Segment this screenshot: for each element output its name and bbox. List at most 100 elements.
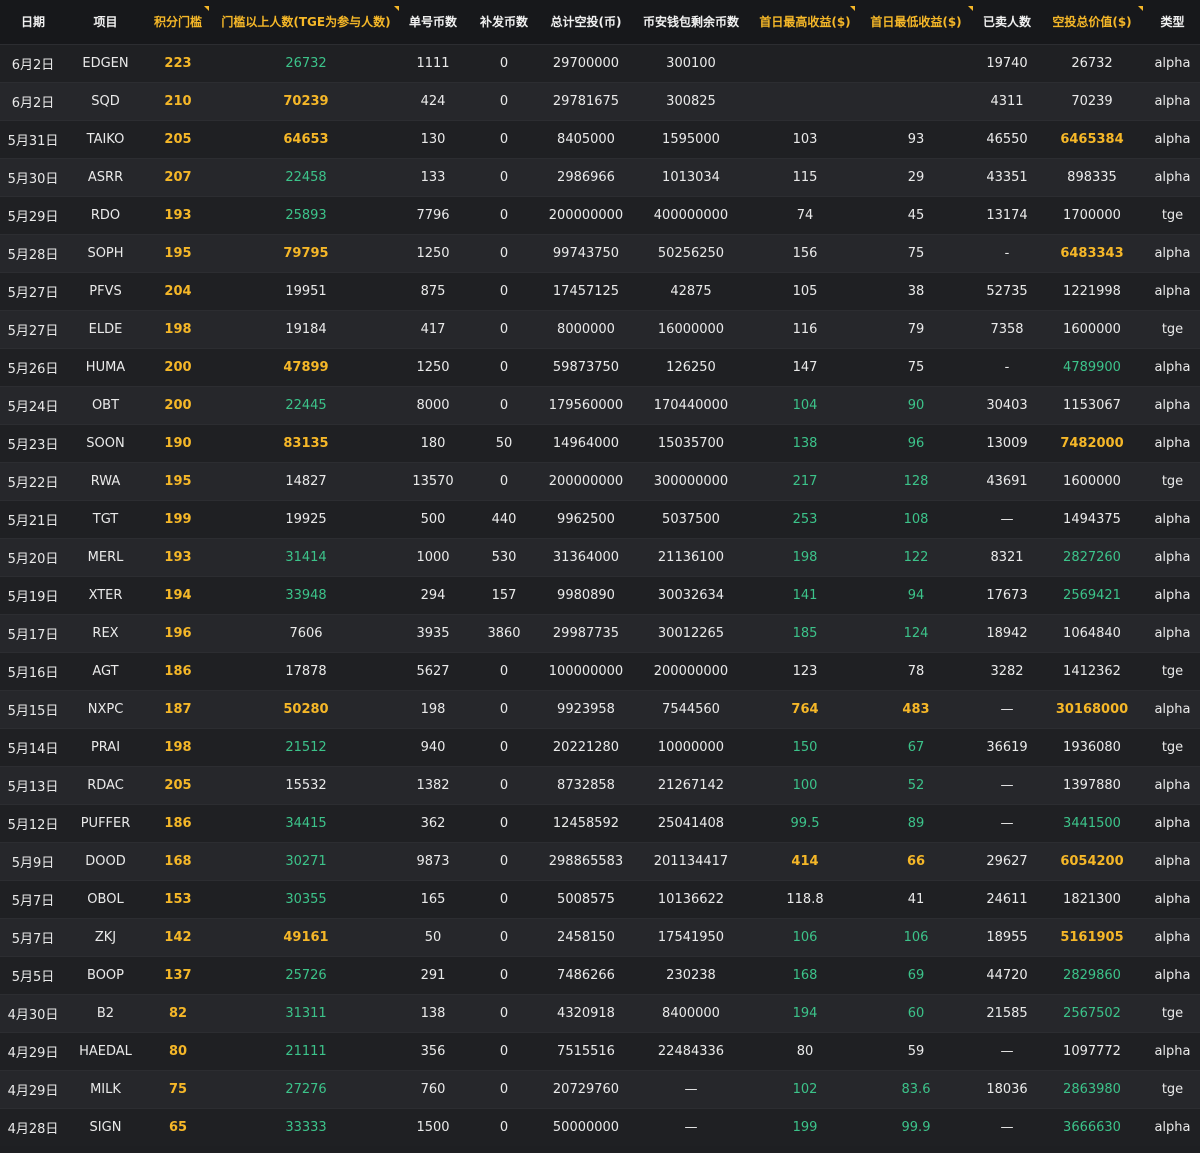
table-row[interactable]: 5月20日 MERL 193 31414 1000 530 31364000 21136100… xyxy=(0,538,1200,576)
cell-day1-max-profit: 414 xyxy=(791,853,819,869)
table-row[interactable]: 5月12日 PUFFER 186 34415 362 0 12458592 25041408 9… xyxy=(0,804,1200,842)
cell-sold-count: 43351 xyxy=(986,169,1028,185)
cell-project: HAEDAL xyxy=(79,1043,132,1059)
cell-tokens-per-account: 165 xyxy=(420,891,446,907)
cell-project: NXPC xyxy=(87,701,124,717)
table-row[interactable]: 5月5日 BOOP 137 25726 291 0 7486266 230238 168 69 44… xyxy=(0,956,1200,994)
table-row[interactable]: 4月30日 B2 82 31311 138 0 4320918 8400000 194 60 215… xyxy=(0,994,1200,1032)
cell-tokens-per-account: 1111 xyxy=(416,55,450,71)
cell-sold-count: 24611 xyxy=(986,891,1028,907)
table-row[interactable]: 5月24日 OBT 200 22445 8000 0 179560000 170440000 1… xyxy=(0,386,1200,424)
cell-reissued-tokens: 0 xyxy=(499,853,509,869)
cell-wallet-remaining: 17541950 xyxy=(657,929,725,945)
table-row[interactable]: 5月14日 PRAI 198 21512 940 0 20221280 10000000 150… xyxy=(0,728,1200,766)
cell-eligible-count: 33948 xyxy=(285,587,327,603)
cell-type: alpha xyxy=(1154,625,1191,641)
table-row[interactable]: 5月13日 RDAC 205 15532 1382 0 8732858 21267142 100… xyxy=(0,766,1200,804)
cell-eligible-count: 21512 xyxy=(285,739,327,755)
cell-reissued-tokens: 0 xyxy=(499,245,509,261)
header-day1-min-profit[interactable]: 首日最低收益($) xyxy=(857,0,975,44)
header-day1-max-profit[interactable]: 首日最高收益($) xyxy=(753,0,857,44)
table-row[interactable]: 5月22日 RWA 195 14827 13570 0 200000000 300000000… xyxy=(0,462,1200,500)
header-total-value[interactable]: 空投总价值($) xyxy=(1039,0,1145,44)
table-header-row: 日期 项目 积分门槛 门槛以上人数(TGE为参与人数) 单号币数 补发币数 总计… xyxy=(0,0,1200,44)
header-project[interactable]: 项目 xyxy=(66,0,145,44)
header-wallet-remaining[interactable]: 币安钱包剩余币数 xyxy=(629,0,753,44)
cell-day1-max-profit: 115 xyxy=(792,169,818,185)
cell-type: alpha xyxy=(1154,815,1191,831)
table-row[interactable]: 5月23日 SOON 190 83135 180 50 14964000 15035700 13… xyxy=(0,424,1200,462)
cell-day1-max-profit: 74 xyxy=(796,207,814,223)
cell-reissued-tokens: 0 xyxy=(499,473,509,489)
cell-day1-min-profit: 483 xyxy=(902,701,930,717)
table-row[interactable]: 6月2日 SQD 210 70239 424 0 29781675 300825 4311 702… xyxy=(0,82,1200,120)
table-row[interactable]: 5月15日 NXPC 187 50280 198 0 9923958 7544560 764 48… xyxy=(0,690,1200,728)
header-sold-count[interactable]: 已卖人数 xyxy=(975,0,1039,44)
cell-wallet-remaining: 8400000 xyxy=(662,1005,720,1021)
cell-date: 5月24日 xyxy=(7,399,59,415)
table-row[interactable]: 5月9日 DOOD 168 30271 9873 0 298865583 201134417 4… xyxy=(0,842,1200,880)
cell-total-airdrop: 8405000 xyxy=(557,131,615,147)
cell-total-airdrop: 7515516 xyxy=(557,1043,615,1059)
cell-day1-max-profit: 156 xyxy=(792,245,818,261)
header-eligible-count[interactable]: 门槛以上人数(TGE为参与人数) xyxy=(211,0,401,44)
table-row[interactable]: 5月27日 ELDE 198 19184 417 0 8000000 16000000 116 7… xyxy=(0,310,1200,348)
cell-reissued-tokens: 0 xyxy=(499,1081,509,1097)
cell-project: XTER xyxy=(88,587,123,603)
table-row[interactable]: 5月26日 HUMA 200 47899 1250 0 59873750 126250 147 7… xyxy=(0,348,1200,386)
table-row[interactable]: 4月29日 MILK 75 27276 760 0 20729760 — 102 83.6 1803… xyxy=(0,1070,1200,1108)
table-row[interactable]: 4月29日 HAEDAL 80 21111 356 0 7515516 22484336 80 5… xyxy=(0,1032,1200,1070)
table-row[interactable]: 5月17日 REX 196 7606 3935 3860 29987735 30012265 1… xyxy=(0,614,1200,652)
cell-project: AGT xyxy=(92,663,119,679)
cell-wallet-remaining: 400000000 xyxy=(653,207,729,223)
cell-eligible-count: 47899 xyxy=(283,359,329,375)
cell-date: 5月17日 xyxy=(7,627,59,643)
header-reissued-tokens[interactable]: 补发币数 xyxy=(465,0,543,44)
cell-points-threshold: 168 xyxy=(164,853,192,869)
table-row[interactable]: 5月19日 XTER 194 33948 294 157 9980890 30032634 14… xyxy=(0,576,1200,614)
table-row[interactable]: 5月29日 RDO 193 25893 7796 0 200000000 400000000 7… xyxy=(0,196,1200,234)
cell-tokens-per-account: 9873 xyxy=(416,853,450,869)
header-total-airdrop[interactable]: 总计空投(币) xyxy=(543,0,629,44)
cell-reissued-tokens: 0 xyxy=(499,967,509,983)
table-row[interactable]: 5月30日 ASRR 207 22458 133 0 2986966 1013034 115 29… xyxy=(0,158,1200,196)
table-row[interactable]: 4月28日 SIGN 65 33333 1500 0 50000000 — 199 99.9 — 36… xyxy=(0,1108,1200,1146)
cell-day1-min-profit: 93 xyxy=(907,131,925,147)
table-row[interactable]: 5月27日 PFVS 204 19951 875 0 17457125 42875 105 38 5… xyxy=(0,272,1200,310)
cell-points-threshold: 200 xyxy=(164,397,192,413)
table-row[interactable]: 5月16日 AGT 186 17878 5627 0 100000000 200000000 1… xyxy=(0,652,1200,690)
cell-date: 4月29日 xyxy=(7,1083,59,1099)
cell-tokens-per-account: 198 xyxy=(420,701,446,717)
cell-project: ELDE xyxy=(88,321,123,337)
cell-date: 5月20日 xyxy=(7,551,59,567)
table-row[interactable]: 5月28日 SOPH 195 79795 1250 0 99743750 50256250 15… xyxy=(0,234,1200,272)
header-tokens-per-account[interactable]: 单号币数 xyxy=(401,0,465,44)
cell-total-value: 1494375 xyxy=(1063,511,1121,527)
cell-type: alpha xyxy=(1154,511,1191,527)
cell-sold-count: 7358 xyxy=(990,321,1024,337)
cell-wallet-remaining: 1013034 xyxy=(662,169,720,185)
cell-tokens-per-account: 1250 xyxy=(416,359,450,375)
table-row[interactable]: 6月2日 EDGEN 223 26732 1111 0 29700000 300100 1974… xyxy=(0,44,1200,82)
cell-tokens-per-account: 940 xyxy=(420,739,446,755)
cell-sold-count: 43691 xyxy=(986,473,1028,489)
cell-date: 5月12日 xyxy=(7,817,59,833)
cell-total-airdrop: 17457125 xyxy=(552,283,620,299)
table-row[interactable]: 5月31日 TAIKO 205 64653 130 0 8405000 1595000 103 9… xyxy=(0,120,1200,158)
cell-eligible-count: 25726 xyxy=(285,967,327,983)
cell-type: tge xyxy=(1161,739,1184,755)
header-date[interactable]: 日期 xyxy=(0,0,66,44)
table-row[interactable]: 5月21日 TGT 199 19925 500 440 9962500 5037500 253 1… xyxy=(0,500,1200,538)
header-type[interactable]: 类型 xyxy=(1145,0,1200,44)
cell-tokens-per-account: 138 xyxy=(420,1005,446,1021)
cell-total-value: 898335 xyxy=(1067,169,1117,185)
cell-type: tge xyxy=(1161,207,1184,223)
table-row[interactable]: 5月7日 OBOL 153 30355 165 0 5008575 10136622 118.8… xyxy=(0,880,1200,918)
table-row[interactable]: 5月7日 ZKJ 142 49161 50 0 2458150 17541950 106 106 1… xyxy=(0,918,1200,956)
cell-type: alpha xyxy=(1154,891,1191,907)
cell-eligible-count: 25893 xyxy=(285,207,327,223)
cell-tokens-per-account: 8000 xyxy=(416,397,450,413)
header-points-threshold[interactable]: 积分门槛 xyxy=(145,0,211,44)
cell-date: 5月9日 xyxy=(11,855,55,871)
cell-eligible-count: 33333 xyxy=(285,1119,327,1135)
